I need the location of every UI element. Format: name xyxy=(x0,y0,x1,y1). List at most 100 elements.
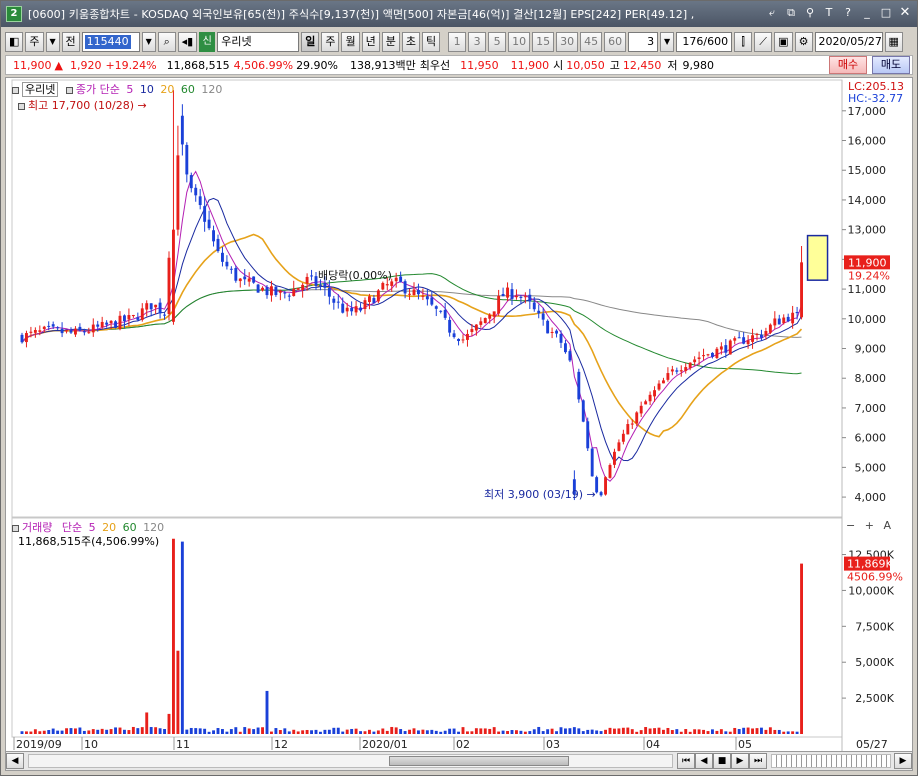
interval-15-button[interactable]: 15 xyxy=(532,32,555,52)
candle-body xyxy=(786,316,790,322)
candle-body xyxy=(323,283,327,288)
chevron-down-icon[interactable]: ▼ xyxy=(45,32,60,52)
tab-month[interactable]: 월 xyxy=(341,32,360,52)
volume-bar xyxy=(684,729,688,734)
stock-tag[interactable]: 우리넷 xyxy=(22,82,59,97)
candle-body xyxy=(670,369,674,372)
maximize-icon[interactable]: □ xyxy=(878,5,894,21)
close-icon[interactable]: ✕ xyxy=(897,5,913,21)
save-icon[interactable]: ▣ xyxy=(774,32,793,52)
panel-plus-icon[interactable]: + xyxy=(865,519,874,532)
scroll-bar[interactable]: ◀ ⏮ ◀ ■ ▶ ⏭ ▶ xyxy=(5,751,913,771)
scroll-next-icon[interactable]: ▶ xyxy=(731,753,749,769)
panel-menu-icon[interactable] xyxy=(12,86,19,94)
volume-bar xyxy=(221,729,224,734)
candle-body xyxy=(149,303,153,310)
minimize-icon[interactable]: _ xyxy=(859,5,875,21)
indicator-menu-icon[interactable] xyxy=(65,86,73,94)
count-display[interactable]: 176/600 xyxy=(676,32,733,52)
volume-bar xyxy=(105,729,109,734)
stop-icon[interactable]: ■ xyxy=(713,753,731,769)
volume-bar xyxy=(140,727,144,734)
help-icon[interactable]: ? xyxy=(840,5,856,21)
volume-bar xyxy=(777,729,781,734)
volume-bar xyxy=(109,729,113,734)
sell-button[interactable]: 매도 xyxy=(872,56,910,74)
interval-select[interactable]: 3 xyxy=(628,32,659,52)
scroll-left-icon[interactable]: ◀ xyxy=(6,753,24,769)
tab-second[interactable]: 초 xyxy=(401,32,420,52)
scroll-thumb[interactable] xyxy=(389,756,569,766)
chevron-down-icon[interactable]: ▼ xyxy=(660,32,675,52)
interval-5-button[interactable]: 5 xyxy=(488,32,507,52)
price-tick-label: 5,000 xyxy=(855,461,887,474)
panel-minus-icon[interactable]: − xyxy=(846,519,855,532)
candle-type-icon[interactable]: ⫿ xyxy=(734,32,753,52)
volume-bar xyxy=(746,727,750,734)
tab-tick[interactable]: 틱 xyxy=(421,32,441,52)
sound-icon[interactable]: ◂▮ xyxy=(177,32,198,52)
interval-3-button[interactable]: 3 xyxy=(468,32,487,52)
volume-bar xyxy=(198,728,202,734)
chart-canvas[interactable]: 17,00016,00015,00014,00013,00012,00011,0… xyxy=(6,78,912,766)
search-icon[interactable]: ⌕ xyxy=(157,32,176,52)
stock-code-input[interactable]: 115440 xyxy=(81,32,140,52)
price-panel-header: 우리넷 종가 단순 5 10 20 60 120 xyxy=(12,81,222,97)
calendar-icon[interactable]: ▦ xyxy=(884,32,903,52)
panel-auto-icon[interactable]: A xyxy=(883,519,891,532)
volume-bar xyxy=(20,731,24,734)
layout-icon[interactable]: ◧ xyxy=(5,32,24,52)
x-tick-label: 04 xyxy=(646,738,660,751)
prev-button[interactable]: 전 xyxy=(61,32,80,52)
candle-body xyxy=(172,229,175,322)
period-week-button[interactable]: 주 xyxy=(25,32,44,52)
chart-area[interactable]: 17,00016,00015,00014,00013,00012,00011,0… xyxy=(5,77,913,767)
volume-bar xyxy=(127,730,131,734)
volume-bar xyxy=(247,728,251,734)
chevron-down-icon[interactable]: ▼ xyxy=(141,32,156,52)
candle-body xyxy=(69,330,73,333)
restore-icon[interactable]: ⧉ xyxy=(783,5,799,21)
tab-day[interactable]: 일 xyxy=(301,32,320,52)
scroll-track[interactable] xyxy=(28,754,673,768)
volume-bar xyxy=(252,729,256,734)
tab-year[interactable]: 년 xyxy=(361,32,380,52)
interval-1-button[interactable]: 1 xyxy=(448,32,467,52)
scroll-first-icon[interactable]: ⏮ xyxy=(677,753,695,769)
scroll-prev-icon[interactable]: ◀ xyxy=(695,753,713,769)
link-icon[interactable]: ⤶ xyxy=(764,5,780,21)
volume-bar xyxy=(376,730,380,734)
interval-10-button[interactable]: 10 xyxy=(508,32,531,52)
volume-bar xyxy=(74,728,77,734)
volume-bar xyxy=(123,729,126,734)
candle-body xyxy=(136,317,140,320)
tab-week[interactable]: 주 xyxy=(321,32,340,52)
candle-body xyxy=(719,346,723,350)
candle-body xyxy=(728,340,732,355)
candle-body xyxy=(777,318,781,325)
scroll-last-icon[interactable]: ⏭ xyxy=(749,753,767,769)
panel-menu-icon[interactable] xyxy=(12,524,19,532)
stock-name-field[interactable]: 우리넷 xyxy=(217,32,300,52)
volume-bar xyxy=(301,730,305,734)
current-price-tag: 11,900 xyxy=(848,256,887,269)
interval-45-button[interactable]: 45 xyxy=(580,32,603,52)
buy-button[interactable]: 매수 xyxy=(829,56,867,74)
zoom-slider[interactable] xyxy=(771,754,891,768)
indicator-label[interactable]: 종가 단순 xyxy=(76,83,120,96)
volume-bar xyxy=(323,729,327,734)
tab-minute[interactable]: 분 xyxy=(381,32,400,52)
candle-body xyxy=(635,412,639,424)
interval-60-button[interactable]: 60 xyxy=(604,32,627,52)
pin-icon[interactable]: ⚲ xyxy=(802,5,818,21)
zoom-icon[interactable]: ▶ xyxy=(894,753,912,769)
candle-body xyxy=(421,295,425,297)
interval-30-button[interactable]: 30 xyxy=(556,32,579,52)
date-input[interactable]: 2020/05/27 xyxy=(814,32,883,52)
line-tool-icon[interactable]: ⟋ xyxy=(754,32,773,52)
gear-icon[interactable]: ⚙ xyxy=(794,32,813,52)
volume-bar xyxy=(697,729,701,734)
candle-body xyxy=(768,324,772,333)
text-icon[interactable]: T xyxy=(821,5,837,21)
volume-bar xyxy=(653,728,656,734)
